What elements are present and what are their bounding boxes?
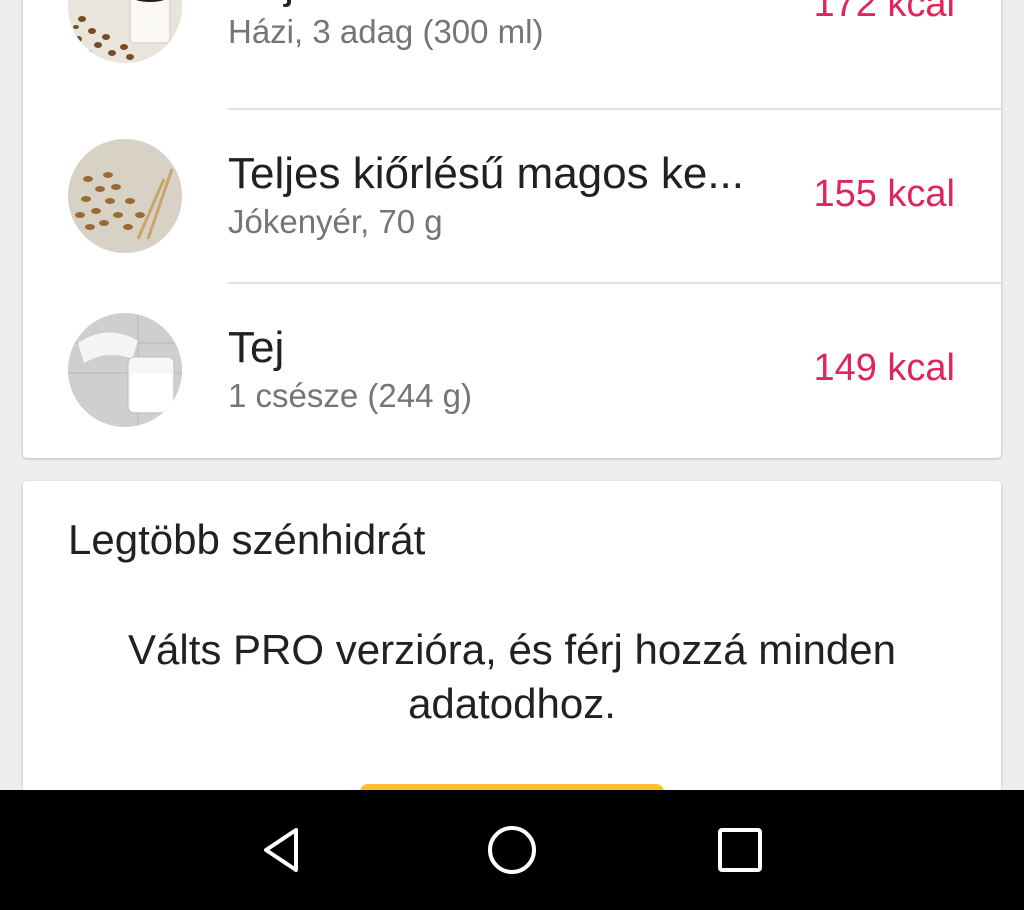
grain-icon	[68, 139, 182, 253]
system-navigation-bar	[0, 790, 1024, 910]
food-detail: Jókenyér, 70 g	[228, 203, 443, 240]
top-carbs-card: Legtöbb szénhidrát Válts PRO verzióra, é…	[23, 481, 1001, 844]
food-kcal: 155 kcal	[813, 173, 955, 215]
food-detail: Házi, 3 adag (300 ml)	[228, 13, 544, 50]
food-item-bread[interactable]: Teljes kiőrlésű magos ke... Jókenyér, 70…	[23, 110, 1001, 282]
food-name: Teljes kiőrlésű magos ke...	[228, 149, 744, 198]
coffee-icon	[68, 0, 182, 63]
food-kcal: 149 kcal	[813, 347, 955, 389]
pro-promo-text: Válts PRO verzióra, és férj hozzá minden…	[128, 626, 896, 727]
screen: Teljes kávé Házi, 3 adag (300 ml) 172 kc…	[0, 0, 1024, 910]
food-name: Teljes kávé	[228, 0, 788, 10]
back-triangle-icon[interactable]	[254, 820, 314, 880]
food-name: Tej	[228, 323, 285, 372]
food-kcal: 172 kcal	[813, 0, 955, 25]
recents-square-icon[interactable]	[710, 820, 770, 880]
card-title: Legtöbb szénhidrát	[68, 516, 426, 563]
food-list-card: Teljes kávé Házi, 3 adag (300 ml) 172 kc…	[23, 0, 1001, 458]
milk-icon	[68, 313, 182, 427]
food-item-milk[interactable]: Tej 1 csésze (244 g) 149 kcal	[23, 284, 1001, 456]
home-circle-icon[interactable]	[482, 820, 542, 880]
food-item-coffee[interactable]: Teljes kávé Házi, 3 adag (300 ml) 172 kc…	[23, 0, 1001, 92]
food-detail: 1 csésze (244 g)	[228, 377, 472, 414]
